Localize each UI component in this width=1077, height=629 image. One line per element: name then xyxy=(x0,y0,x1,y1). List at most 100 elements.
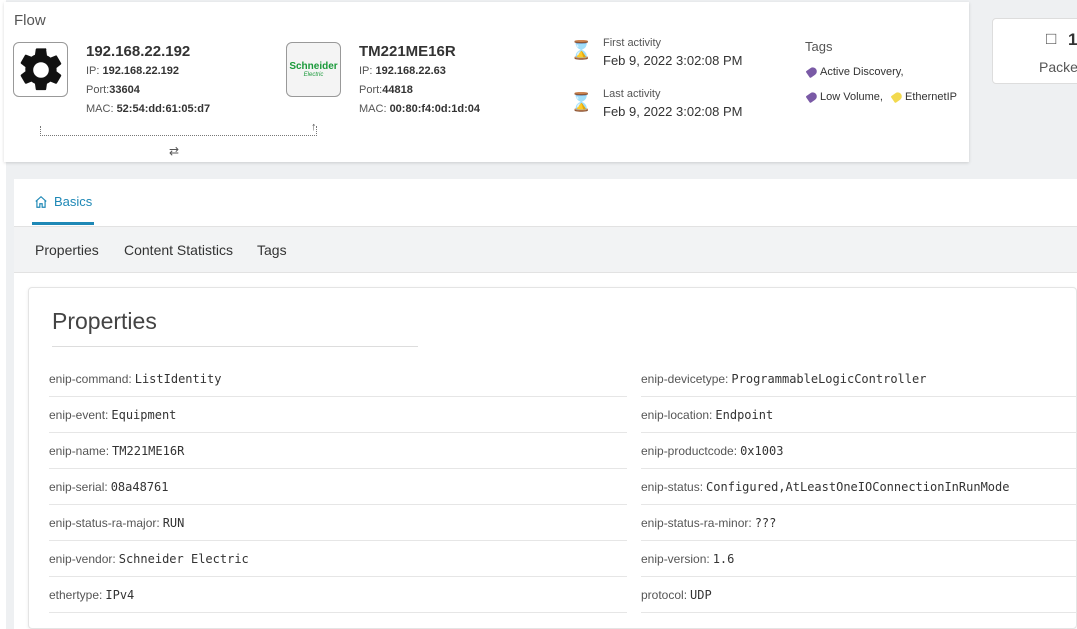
destination-ip-label: IP: xyxy=(359,65,373,77)
property-row: enip-version: 1.6 xyxy=(641,541,1077,577)
property-value: 08a48761 xyxy=(110,479,169,494)
property-key: enip-vendor: xyxy=(49,551,116,566)
logo-sub: Electric xyxy=(303,71,324,78)
property-value: Endpoint xyxy=(715,407,774,422)
property-key: ethertype: xyxy=(49,587,103,602)
property-row: enip-devicetype: ProgrammableLogicControl… xyxy=(641,361,1077,397)
tag-low-volume[interactable]: Low Volume, xyxy=(805,90,883,104)
details-panel: Basics Properties Content Statistics Tag… xyxy=(14,179,1077,629)
connection-line xyxy=(40,126,317,136)
source-device: 192.168.22.192 IP: 192.168.22.192 Port:3… xyxy=(86,42,210,119)
properties-title: Properties xyxy=(52,308,157,334)
property-value: TM221ME16R xyxy=(112,443,185,458)
home-icon xyxy=(35,195,47,208)
property-value: RUN xyxy=(162,515,185,530)
tags-title: Tags xyxy=(805,39,833,54)
schneider-logo: Schneider Electric xyxy=(289,60,338,78)
property-row: enip-vendor: Schneider Electric xyxy=(49,541,627,577)
tag-icon xyxy=(805,65,819,79)
tab-basics-label: Basics xyxy=(54,194,93,209)
subtab-properties[interactable]: Properties xyxy=(35,242,99,258)
packets-card[interactable]: □ 1 Packe xyxy=(992,18,1077,84)
tag-label: EthernetIP xyxy=(905,91,957,103)
tab-active-indicator xyxy=(32,222,94,225)
property-row: ethertype: IPv4 xyxy=(49,577,627,613)
first-activity-label: First activity xyxy=(603,37,662,49)
source-mac-label: MAC: xyxy=(86,103,114,115)
property-value: Schneider Electric xyxy=(118,551,249,566)
title-divider xyxy=(52,346,418,347)
property-row: enip-status-ra-minor:??? xyxy=(641,505,1077,541)
subtab-tags[interactable]: Tags xyxy=(257,242,287,258)
property-row: enip-status-ra-major: RUN xyxy=(49,505,627,541)
tab-basics[interactable]: Basics xyxy=(34,194,92,209)
tag-label: Active Discovery, xyxy=(820,66,904,78)
property-value: Configured,AtLeastOneIOConnectionInRunMo… xyxy=(706,479,1010,494)
property-key: enip-status-ra-minor: xyxy=(641,515,752,530)
first-activity-value: Feb 9, 2022 3:02:08 PM xyxy=(603,53,743,68)
source-mac: MAC: 52:54:dd:61:05:d7 xyxy=(86,100,210,119)
property-key: enip-devicetype: xyxy=(641,371,729,386)
destination-ip: IP: 192.168.22.63 xyxy=(359,62,480,81)
flow-card: Flow 192.168.22.192 IP: 192.168.22.192 P… xyxy=(4,2,969,162)
property-key: enip-event: xyxy=(49,407,109,422)
property-key: enip-status-ra-major: xyxy=(49,515,160,530)
property-row: enip-command: ListIdentity xyxy=(49,361,627,397)
tag-icon xyxy=(890,90,904,104)
destination-mac: MAC: 00:80:f4:0d:1d:04 xyxy=(359,100,480,119)
packets-count: 1 xyxy=(1068,30,1077,49)
source-ip-label: IP: xyxy=(86,65,100,77)
destination-mac-value: 00:80:f4:0d:1d:04 xyxy=(389,103,481,115)
tag-active-discovery[interactable]: Active Discovery, xyxy=(805,65,904,79)
destination-device-title: TM221ME16R xyxy=(359,43,456,60)
properties-panel: Properties enip-command: ListIdentity enip… xyxy=(28,287,1077,629)
packets-label: Packe xyxy=(1039,59,1077,75)
property-key: enip-serial: xyxy=(49,479,108,494)
property-key: enip-name: xyxy=(49,443,110,458)
logo-text: Schneider xyxy=(289,60,338,72)
source-ip: IP: 192.168.22.192 xyxy=(86,62,210,81)
property-key: enip-productcode: xyxy=(641,443,738,458)
property-value: IPv4 xyxy=(105,587,135,602)
destination-port-value: 44818 xyxy=(382,84,413,96)
property-key: enip-location: xyxy=(641,407,713,422)
property-row: protocol: UDP xyxy=(641,577,1077,613)
property-value: 1.6 xyxy=(712,551,735,566)
destination-ip-value: 192.168.22.63 xyxy=(375,65,446,77)
subtab-content-statistics[interactable]: Content Statistics xyxy=(124,242,233,258)
flow-title: Flow xyxy=(14,12,46,29)
last-activity-label: Last activity xyxy=(603,88,661,100)
hourglass-icon: ⌛ xyxy=(570,40,593,60)
property-value: ListIdentity xyxy=(134,371,222,386)
cube-icon: □ xyxy=(1046,29,1057,48)
source-ip-value: 192.168.22.192 xyxy=(102,65,179,77)
source-port: Port:33604 xyxy=(86,81,210,100)
property-row: enip-event: Equipment xyxy=(49,397,627,433)
destination-mac-label: MAC: xyxy=(359,103,387,115)
destination-port-label: Port: xyxy=(359,84,383,96)
destination-port: Port:44818 xyxy=(359,81,480,100)
swap-icon[interactable]: ⇄ xyxy=(169,144,179,158)
tag-ethernetip[interactable]: EthernetIP xyxy=(890,90,957,104)
subtab-bar: Properties Content Statistics Tags xyxy=(14,226,1077,273)
tag-icon xyxy=(805,90,819,104)
property-key: enip-status: xyxy=(641,479,704,494)
property-value: Equipment xyxy=(111,407,177,422)
arrow-up-icon: ↑ xyxy=(311,121,317,133)
property-row: enip-location: Endpoint xyxy=(641,397,1077,433)
tag-label: Low Volume, xyxy=(820,91,883,103)
destination-device-icon: Schneider Electric xyxy=(286,42,341,97)
property-value: ProgrammableLogicController xyxy=(731,371,927,386)
property-key: enip-command: xyxy=(49,371,132,386)
property-row: enip-productcode: 0x1003 xyxy=(641,433,1077,469)
destination-device: TM221ME16R IP: 192.168.22.63 Port:44818 … xyxy=(359,42,480,119)
source-port-label: Port: xyxy=(86,84,110,96)
source-mac-value: 52:54:dd:61:05:d7 xyxy=(116,103,211,115)
property-value: ??? xyxy=(754,515,777,530)
last-activity-value: Feb 9, 2022 3:02:08 PM xyxy=(603,104,743,119)
gear-icon xyxy=(20,47,61,90)
property-value: 0x1003 xyxy=(740,443,784,458)
property-row: enip-status: Configured,AtLeastOneIOConne… xyxy=(641,469,1077,505)
property-value: UDP xyxy=(690,587,712,602)
property-row: enip-name: TM221ME16R xyxy=(49,433,627,469)
